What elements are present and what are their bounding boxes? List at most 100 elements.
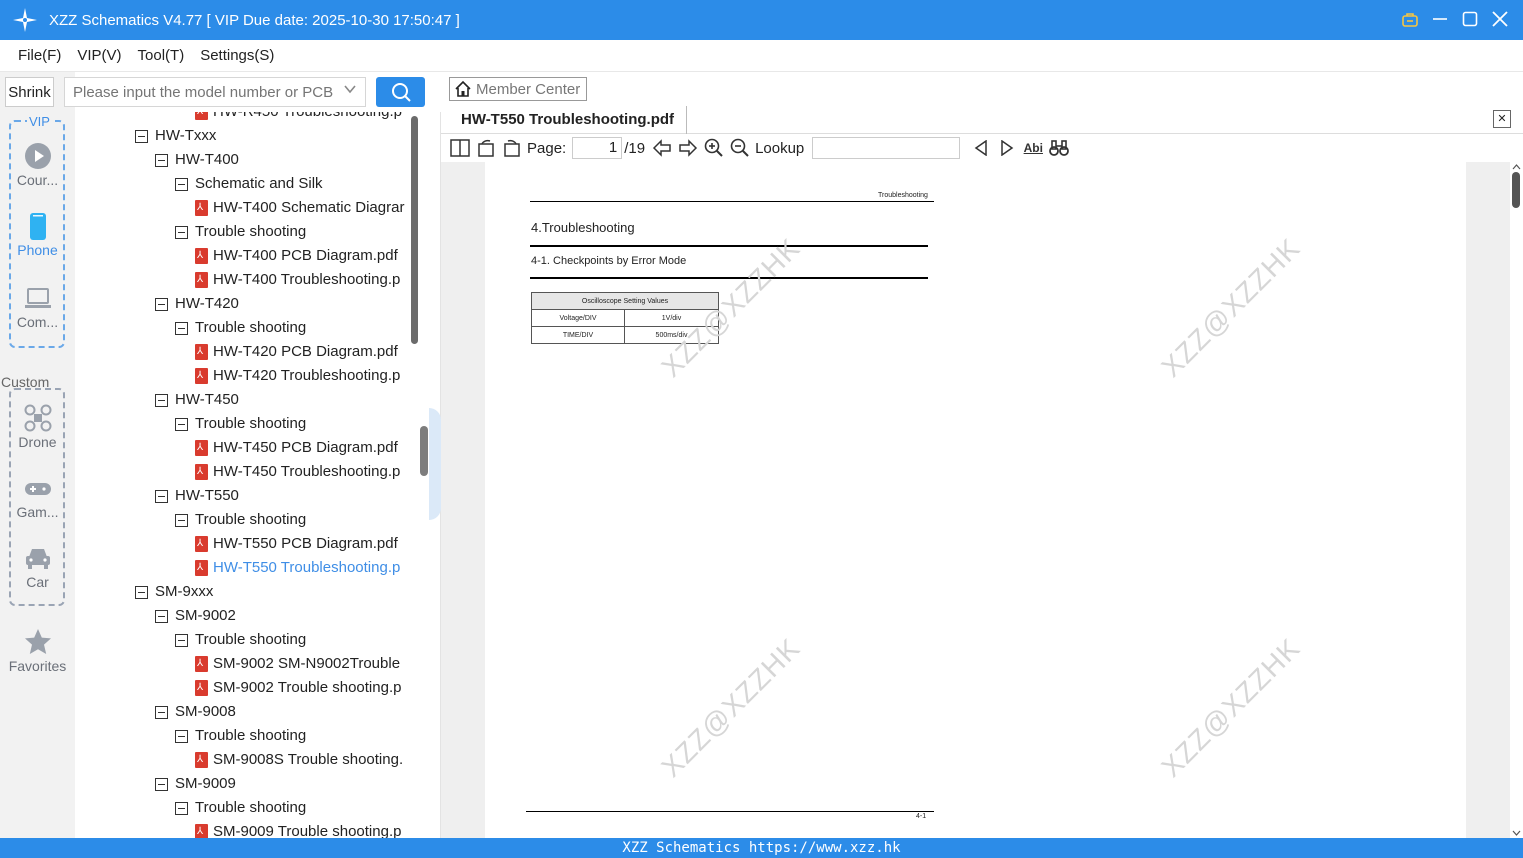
tree-folder-item[interactable]: SM-9002 (155, 604, 236, 628)
nav-courses[interactable]: Cour... (0, 142, 75, 188)
document-viewer[interactable]: Troubleshooting 4.Troubleshooting 4-1. C… (441, 162, 1510, 838)
menu-settings[interactable]: Settings(S) (200, 47, 274, 64)
nav-drone[interactable]: Drone (0, 404, 75, 450)
tab-document[interactable]: HW-T550 Troubleshooting.pdf (449, 106, 688, 134)
tree-folder-item[interactable]: Trouble shooting (175, 316, 306, 340)
tree-file-item[interactable]: SM-9002 Trouble shooting.p (195, 676, 401, 700)
tree-scrollbar[interactable] (411, 112, 419, 838)
lookup-input[interactable] (812, 137, 961, 159)
tree-file-item[interactable]: HW-T420 PCB Diagram.pdf (195, 340, 398, 364)
tree-folder-item[interactable]: HW-T420 (155, 292, 239, 316)
next-page-icon[interactable] (677, 137, 699, 159)
section-title: 4.Troubleshooting (531, 220, 635, 235)
collapse-icon[interactable] (135, 585, 148, 599)
tree-folder-item[interactable]: HW-T450 (155, 388, 239, 412)
tree-folder-item[interactable]: Trouble shooting (175, 508, 306, 532)
tree-file-item[interactable]: HW-T450 PCB Diagram.pdf (195, 436, 398, 460)
tree-folder-item[interactable]: Schematic and Silk (175, 172, 323, 196)
collapse-icon[interactable] (175, 513, 188, 527)
tree-file-item[interactable]: HW-T550 PCB Diagram.pdf (195, 532, 398, 556)
collapse-icon[interactable] (155, 489, 168, 503)
tree-folder-item[interactable]: SM-9009 (155, 772, 236, 796)
splitter-grip[interactable] (420, 426, 428, 476)
match-case-icon[interactable]: Abi (1022, 137, 1044, 159)
collapse-icon[interactable] (175, 225, 188, 239)
chevron-down-icon[interactable] (343, 82, 357, 99)
tree-file-item[interactable]: HW-R450 Troubleshooting.p (195, 112, 402, 124)
tree-folder-item[interactable]: Trouble shooting (175, 628, 306, 652)
tree-file-item[interactable]: HW-T420 Troubleshooting.p (195, 364, 400, 388)
viewer-scrollbar[interactable] (1510, 162, 1523, 838)
collapse-panel-handle[interactable] (429, 408, 441, 520)
find-prev-icon[interactable] (970, 137, 992, 159)
collapse-icon[interactable] (175, 321, 188, 335)
tree-folder-item[interactable]: HW-T400 (155, 148, 239, 172)
close-tab-icon[interactable]: ✕ (1493, 110, 1511, 128)
tree-item-label: HW-T400 Schematic Diagrar (213, 199, 405, 216)
collapse-icon[interactable] (155, 705, 168, 719)
collapse-icon[interactable] (155, 609, 168, 623)
maximize-button[interactable] (1461, 8, 1479, 30)
pdf-file-icon (195, 436, 208, 460)
close-button[interactable] (1491, 8, 1509, 30)
collapse-icon[interactable] (175, 633, 188, 647)
tree-folder-item[interactable]: SM-9008 (155, 700, 236, 724)
tree-file-item[interactable]: SM-9002 SM-N9002Trouble (195, 652, 400, 676)
nav-favorites[interactable]: Favorites (0, 628, 75, 674)
tree-file-item[interactable]: SM-9009 Trouble shooting.p (195, 820, 401, 838)
collapse-icon[interactable] (155, 153, 168, 167)
search-button[interactable] (376, 77, 425, 107)
watermark: XZZ@XZZHK (1155, 232, 1307, 383)
tree-file-item[interactable]: HW-T400 PCB Diagram.pdf (195, 244, 398, 268)
tree-folder-item[interactable]: SM-9xxx (135, 580, 213, 604)
page-input[interactable]: 1 (572, 137, 623, 159)
find-next-icon[interactable] (996, 137, 1018, 159)
search-combobox[interactable] (64, 77, 366, 107)
tree-file-item[interactable]: HW-T450 Troubleshooting.p (195, 460, 400, 484)
rotate-right-icon[interactable] (501, 137, 523, 159)
viewer-scroll-thumb[interactable] (1512, 172, 1520, 208)
panel-splitter[interactable] (419, 112, 441, 838)
tree-folder-item[interactable]: Trouble shooting (175, 796, 306, 820)
search-input[interactable] (65, 78, 335, 106)
vip-bag-icon[interactable] (1401, 8, 1419, 30)
tree-file-item[interactable]: HW-T550 Troubleshooting.p (195, 556, 400, 580)
collapse-icon[interactable] (175, 801, 188, 815)
minimize-button[interactable] (1431, 8, 1449, 30)
tree-file-item[interactable]: HW-T400 Troubleshooting.p (195, 268, 400, 292)
tree-folder-item[interactable]: HW-T550 (155, 484, 239, 508)
tree-folder-item[interactable]: Trouble shooting (175, 220, 306, 244)
prev-page-icon[interactable] (651, 137, 673, 159)
tree-folder-item[interactable]: HW-Txxx (135, 124, 216, 148)
collapse-icon[interactable] (175, 417, 188, 431)
shrink-button[interactable]: Shrink (5, 77, 54, 107)
zoom-in-icon[interactable] (703, 137, 725, 159)
collapse-icon[interactable] (155, 297, 168, 311)
document-topbar: Member Center (441, 72, 1523, 104)
menu-tool[interactable]: Tool(T) (138, 47, 185, 64)
tree-folder-item[interactable]: Trouble shooting (175, 724, 306, 748)
menu-vip[interactable]: VIP(V) (77, 47, 121, 64)
rotate-left-icon[interactable] (475, 137, 497, 159)
nav-game[interactable]: Gam... (0, 474, 75, 520)
tree-file-item[interactable]: HW-T400 Schematic Diagrar (195, 196, 404, 220)
zoom-out-icon[interactable] (729, 137, 751, 159)
tree-item-label: Trouble shooting (195, 415, 307, 432)
sidebar-toggle-icon[interactable] (449, 137, 471, 159)
collapse-icon[interactable] (155, 777, 168, 791)
collapse-icon[interactable] (155, 393, 168, 407)
member-center-button[interactable]: Member Center (449, 77, 588, 101)
tree-scroll-thumb[interactable] (411, 116, 418, 344)
tree-folder-item[interactable]: Trouble shooting (175, 412, 306, 436)
collapse-icon[interactable] (175, 177, 188, 191)
nav-phone[interactable]: Phone (0, 212, 75, 258)
nav-computer[interactable]: Com... (0, 284, 75, 330)
nav-car[interactable]: Car (0, 544, 75, 590)
menu-file[interactable]: File(F) (18, 47, 61, 64)
collapse-icon[interactable] (135, 129, 148, 143)
collapse-icon[interactable] (175, 729, 188, 743)
tree-item-label: SM-9xxx (155, 583, 214, 600)
tree-file-item[interactable]: SM-9008S Trouble shooting. (195, 748, 403, 772)
binoculars-icon[interactable] (1048, 137, 1070, 159)
status-bar: XZZ Schematics https://www.xzz.hk (0, 838, 1523, 858)
